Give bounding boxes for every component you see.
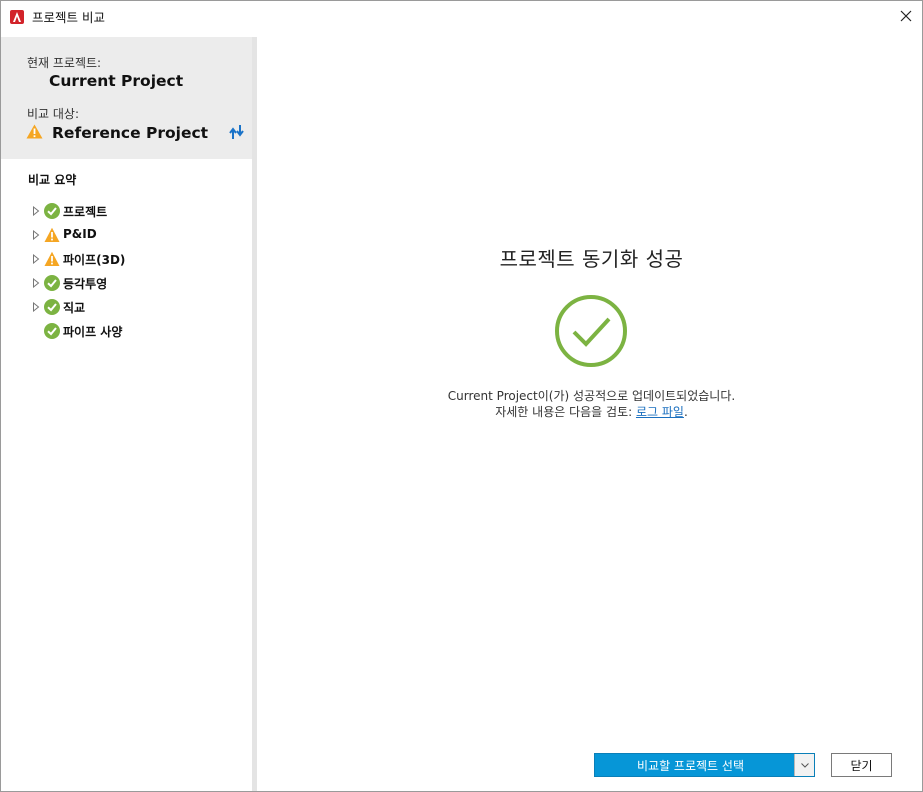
- tree-item-isometric[interactable]: 등각투영: [1, 273, 252, 293]
- close-icon: [900, 10, 912, 22]
- expand-arrow-icon[interactable]: [32, 278, 40, 288]
- project-compare-dialog: 프로젝트 비교 현재 프로젝트: Current Project 비교 대상: …: [0, 0, 923, 792]
- tree-item-pid[interactable]: P&ID: [1, 225, 252, 245]
- autocad-app-icon: [10, 9, 24, 24]
- expand-arrow-icon[interactable]: [32, 206, 40, 216]
- sidebar: 현재 프로젝트: Current Project 비교 대상: Referenc…: [1, 37, 252, 791]
- expand-arrow-icon[interactable]: [32, 254, 40, 264]
- window-title: 프로젝트 비교: [32, 9, 105, 25]
- main-panel: 프로젝트 동기화 성공 Current Project이(가) 성공적으로 업데…: [257, 37, 922, 791]
- success-message: Current Project이(가) 성공적으로 업데이트되었습니다.: [447, 389, 736, 403]
- success-check-icon: [44, 299, 60, 315]
- reference-project-label: 비교 대상:: [27, 107, 80, 121]
- title-bar: 프로젝트 비교: [1, 1, 922, 31]
- close-button[interactable]: 닫기: [831, 753, 892, 777]
- expand-arrow-icon[interactable]: [32, 302, 40, 312]
- close-window-button[interactable]: [894, 4, 918, 28]
- select-compare-project-label: 비교할 프로젝트 선택: [637, 758, 744, 773]
- project-info-panel: 현재 프로젝트: Current Project 비교 대상: Referenc…: [1, 37, 252, 159]
- log-message-suffix: .: [683, 405, 688, 419]
- success-check-icon: [44, 323, 60, 339]
- warning-icon: [26, 124, 43, 139]
- tree-item-orthographic[interactable]: 직교: [1, 297, 252, 317]
- tree-item-label: 파이프(3D): [63, 253, 126, 267]
- warning-icon: [44, 251, 60, 266]
- chevron-down-icon: [800, 762, 809, 768]
- success-check-circle-icon: [555, 295, 627, 367]
- tree-item-label: P&ID: [63, 227, 97, 241]
- select-compare-project-button[interactable]: 비교할 프로젝트 선택: [594, 753, 815, 777]
- log-file-link[interactable]: 로그 파일: [636, 405, 684, 419]
- dropdown-toggle[interactable]: [794, 754, 814, 776]
- tree-item-label: 프로젝트: [63, 205, 108, 219]
- tree-item-pipe-3d[interactable]: 파이프(3D): [1, 249, 252, 269]
- reference-project-name: Reference Project: [52, 124, 209, 142]
- log-message-prefix: 자세한 내용은 다음을 검토:: [495, 405, 636, 419]
- tree-item-label: 파이프 사양: [63, 325, 123, 339]
- warning-icon: [44, 227, 60, 242]
- tree-item-pipe-spec[interactable]: 파이프 사양: [1, 321, 252, 341]
- current-project-name: Current Project: [49, 72, 184, 90]
- sync-success-title: 프로젝트 동기화 성공: [499, 247, 684, 271]
- tree-item-project[interactable]: 프로젝트: [1, 201, 252, 221]
- success-check-icon: [44, 275, 60, 291]
- comparison-summary-title: 비교 요약: [28, 173, 77, 187]
- current-project-label: 현재 프로젝트:: [27, 56, 102, 70]
- tree-item-label: 직교: [63, 301, 86, 315]
- expand-arrow-icon[interactable]: [32, 230, 40, 240]
- tree-item-label: 등각투영: [63, 277, 108, 291]
- swap-projects-icon[interactable]: [229, 124, 245, 140]
- log-message: 자세한 내용은 다음을 검토: 로그 파일.: [257, 403, 922, 420]
- success-check-icon: [44, 203, 60, 219]
